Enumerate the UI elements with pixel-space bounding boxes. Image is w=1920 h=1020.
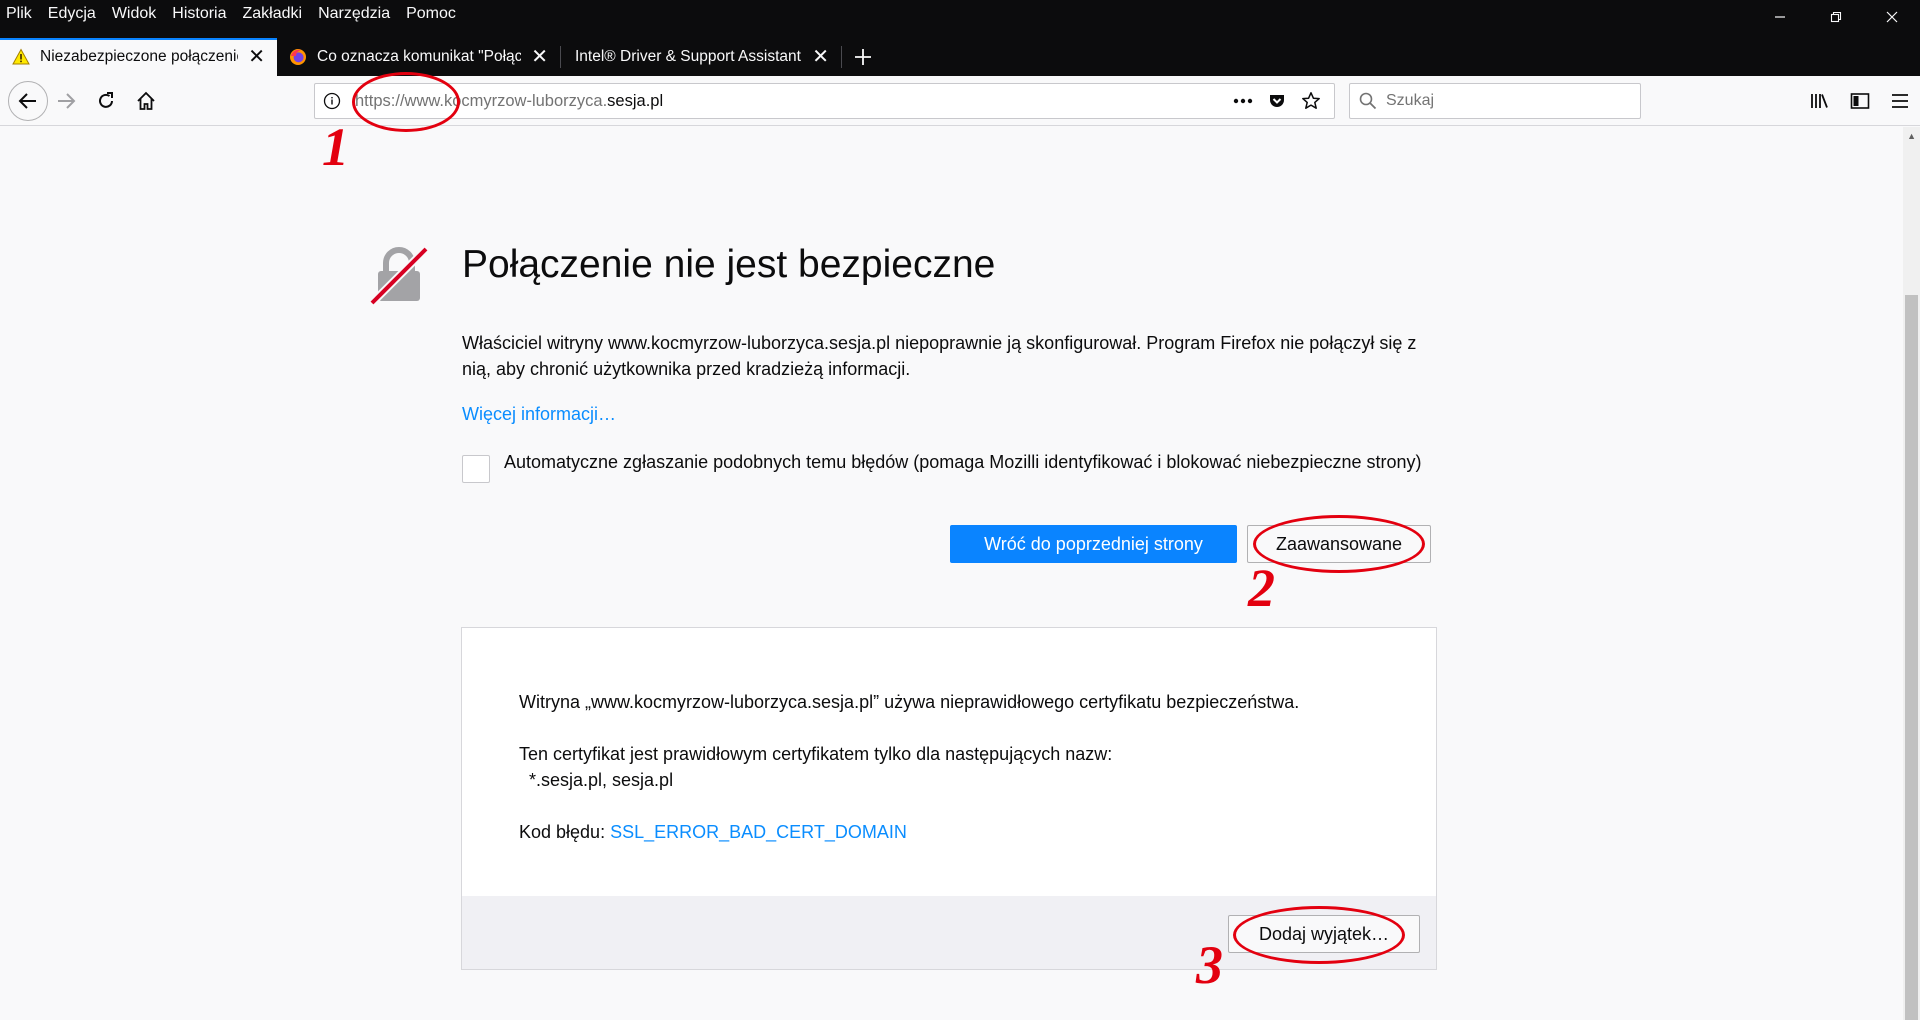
new-tab-button[interactable] xyxy=(842,38,884,76)
sidebar-icon[interactable] xyxy=(1840,85,1880,117)
learn-more-link[interactable]: Więcej informacji… xyxy=(462,404,616,425)
auto-report-row: Automatyczne zgłaszanie podobnych temu b… xyxy=(462,449,1437,483)
tab-article[interactable]: Co oznacza komunikat "Połącze ✕ xyxy=(277,38,560,76)
site-info-icon[interactable] xyxy=(315,92,349,110)
advanced-panel: Witryna „www.kocmyrzow-luborzyca.sesja.p… xyxy=(461,627,1437,970)
vertical-scrollbar[interactable]: ▲ xyxy=(1903,127,1920,1020)
library-icon[interactable] xyxy=(1800,85,1840,117)
tab-close-icon[interactable]: ✕ xyxy=(248,47,265,67)
toolbar-right xyxy=(1800,85,1920,117)
advanced-button[interactable]: Zaawansowane xyxy=(1247,525,1431,563)
window-controls xyxy=(1752,0,1920,34)
tab-strip: Niezabezpieczone połączenie ✕ Co oznacza… xyxy=(0,38,1920,76)
back-button[interactable] xyxy=(8,81,48,121)
menu-bar: Plik Edycja Widok Historia Zakładki Narz… xyxy=(0,0,1920,28)
url-actions xyxy=(1226,91,1334,111)
restore-button[interactable] xyxy=(1808,0,1864,34)
warning-icon xyxy=(12,48,30,65)
error-code-row: Kod błędu: SSL_ERROR_BAD_CERT_DOMAIN xyxy=(519,819,1379,845)
navigation-toolbar: https://www.kocmyrzow-luborzyca.sesja.pl xyxy=(0,76,1920,126)
error-code-label: Kod błędu: xyxy=(519,822,606,842)
close-icon xyxy=(1886,11,1898,23)
plus-icon xyxy=(855,49,871,65)
reload-button[interactable] xyxy=(90,85,122,117)
menu-widok[interactable]: Widok xyxy=(112,5,156,23)
forward-button[interactable] xyxy=(50,85,82,117)
tab-title: Co oznacza komunikat "Połącze xyxy=(317,48,522,65)
cert-valid-for-text: Ten certyfikat jest prawidłowym certyfik… xyxy=(519,744,1113,764)
search-bar[interactable] xyxy=(1349,83,1641,119)
menu-plik[interactable]: Plik xyxy=(6,5,32,23)
page-actions-icon[interactable] xyxy=(1226,98,1260,104)
scrollbar-thumb[interactable] xyxy=(1905,295,1918,1020)
url-text[interactable]: https://www.kocmyrzow-luborzyca.sesja.pl xyxy=(349,92,1226,111)
search-icon xyxy=(1350,92,1386,110)
error-description: Właściciel witryny www.kocmyrzow-luborzy… xyxy=(462,333,1417,379)
auto-report-checkbox[interactable] xyxy=(462,455,490,483)
restore-icon xyxy=(1830,11,1842,23)
tab-title: Niezabezpieczone połączenie xyxy=(40,48,239,65)
browser-chrome: Plik Edycja Widok Historia Zakładki Narz… xyxy=(0,0,1920,76)
url-scheme: https://www. xyxy=(355,91,444,110)
page-title: Połączenie nie jest bezpieczne xyxy=(462,243,996,286)
bookmark-star-icon[interactable] xyxy=(1294,91,1328,111)
address-bar[interactable]: https://www.kocmyrzow-luborzyca.sesja.pl xyxy=(314,83,1335,119)
advanced-panel-body: Witryna „www.kocmyrzow-luborzyca.sesja.p… xyxy=(462,628,1436,845)
menu-pomoc[interactable]: Pomoc xyxy=(406,5,456,23)
tab-insecure-connection[interactable]: Niezabezpieczone połączenie ✕ xyxy=(0,38,277,76)
tab-intel[interactable]: Intel® Driver & Support Assistant ✕ xyxy=(561,38,841,76)
menu-edycja[interactable]: Edycja xyxy=(48,5,96,23)
home-button[interactable] xyxy=(130,85,162,117)
broken-lock-icon xyxy=(369,246,429,306)
forward-arrow-icon xyxy=(58,93,76,109)
search-input[interactable] xyxy=(1386,92,1626,110)
cert-invalid-text: Witryna „www.kocmyrzow-luborzyca.sesja.p… xyxy=(519,692,1300,712)
auto-report-label[interactable]: Automatyczne zgłaszanie podobnych temu b… xyxy=(504,449,1421,483)
go-back-button[interactable]: Wróć do poprzedniej strony xyxy=(950,525,1237,563)
url-subdomain: kocmyrzow-luborzyca. xyxy=(443,91,608,110)
minimize-icon xyxy=(1775,16,1785,18)
tab-close-icon[interactable]: ✕ xyxy=(531,47,548,67)
url-host: sesja.pl xyxy=(607,91,664,110)
tab-close-icon[interactable]: ✕ xyxy=(812,47,829,67)
cert-names: *.sesja.pl, sesja.pl xyxy=(529,770,674,790)
add-exception-button[interactable]: Dodaj wyjątek… xyxy=(1228,915,1420,953)
cert-names-block: Ten certyfikat jest prawidłowym certyfik… xyxy=(519,741,1379,793)
close-window-button[interactable] xyxy=(1864,0,1920,34)
hamburger-menu-icon[interactable] xyxy=(1880,85,1920,117)
page-content: Połączenie nie jest bezpieczne Właścicie… xyxy=(0,127,1920,1020)
pocket-icon[interactable] xyxy=(1260,92,1294,110)
menu-narzedzia[interactable]: Narzędzia xyxy=(318,5,390,23)
minimize-button[interactable] xyxy=(1752,0,1808,34)
menu-zakladki[interactable]: Zakładki xyxy=(243,5,303,23)
scroll-up-arrow-icon[interactable]: ▲ xyxy=(1907,131,1916,141)
back-arrow-icon xyxy=(18,93,36,109)
home-icon xyxy=(137,91,155,110)
firefox-icon xyxy=(290,49,306,65)
tab-title: Intel® Driver & Support Assistant xyxy=(575,48,801,65)
menu-historia[interactable]: Historia xyxy=(172,5,226,23)
reload-icon xyxy=(99,92,113,108)
error-code-link[interactable]: SSL_ERROR_BAD_CERT_DOMAIN xyxy=(610,822,907,842)
advanced-panel-footer: Dodaj wyjątek… xyxy=(462,896,1436,969)
